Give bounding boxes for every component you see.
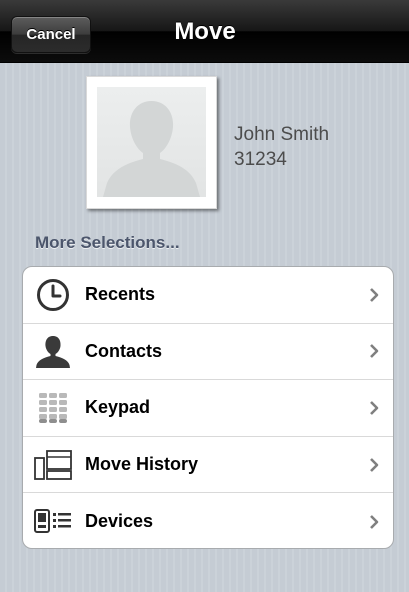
list-item-label: Move History <box>85 454 199 475</box>
contact-avatar <box>86 76 217 209</box>
keypad-icon <box>27 380 79 436</box>
chevron-right-icon <box>370 287 379 302</box>
move-history-icon <box>27 437 79 493</box>
chevron-right-icon <box>370 457 379 472</box>
more-selections-header: More Selections... <box>35 233 180 252</box>
list-item-recents[interactable]: Recents <box>23 267 393 324</box>
list-item-label: Devices <box>85 511 154 532</box>
chevron-right-icon <box>370 514 379 529</box>
list-item-keypad[interactable]: Keypad <box>23 380 393 437</box>
list-item-label: Recents <box>85 284 156 305</box>
list-item-label: Keypad <box>85 397 151 418</box>
list-item-label: Contacts <box>85 340 163 361</box>
person-icon <box>27 324 79 380</box>
cancel-button[interactable]: Cancel <box>11 16 91 53</box>
navigation-bar: Cancel Move <box>0 0 409 63</box>
chevron-right-icon <box>370 401 379 415</box>
clock-icon <box>27 267 79 323</box>
list-item-contacts[interactable]: Contacts <box>23 324 393 381</box>
contact-name: John Smith <box>234 124 330 145</box>
more-selections-list: Recents Contacts Keypad Move History Dev… <box>22 266 394 549</box>
devices-icon <box>27 493 79 548</box>
contact-number: 31234 <box>234 149 287 170</box>
page-title: Move <box>174 18 236 45</box>
person-silhouette-icon <box>97 87 206 197</box>
chevron-right-icon <box>370 344 379 359</box>
list-item-move-history[interactable]: Move History <box>23 437 393 494</box>
list-item-devices[interactable]: Devices <box>23 493 393 548</box>
